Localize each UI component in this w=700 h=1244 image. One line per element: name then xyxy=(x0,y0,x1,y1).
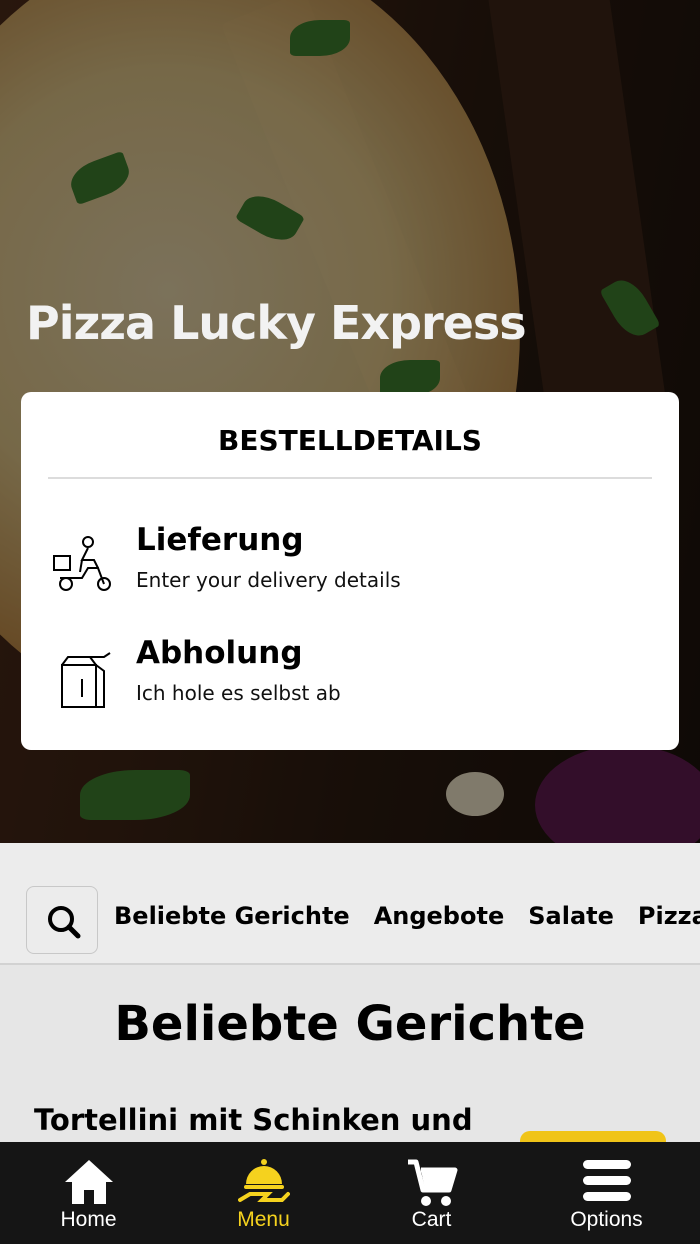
category-tab-salate[interactable]: Salate xyxy=(528,902,614,930)
pickup-option-title: Abholung xyxy=(136,635,303,671)
category-tab-angebote[interactable]: Angebote xyxy=(374,902,505,930)
section-title: Beliebte Gerichte xyxy=(114,996,586,1052)
delivery-option-subtitle: Enter your delivery details xyxy=(136,568,401,592)
hamburger-icon xyxy=(583,1160,631,1201)
category-tab-beliebte-gerichte[interactable]: Beliebte Gerichte xyxy=(114,902,350,930)
divider xyxy=(48,477,652,479)
pickup-option[interactable]: Abholung Ich hole es selbst ab xyxy=(48,635,648,725)
nav-cart[interactable]: Cart xyxy=(344,1142,519,1244)
nav-options[interactable]: Options xyxy=(519,1142,694,1244)
category-tabs: Beliebte Gerichte Angebote Salate Pizza xyxy=(114,902,700,930)
nav-home[interactable]: Home xyxy=(1,1142,176,1244)
restaurant-name: Pizza Lucky Express xyxy=(26,296,527,350)
menu-cloche-icon xyxy=(238,1159,290,1202)
nav-cart-label: Cart xyxy=(411,1208,452,1231)
search-button[interactable] xyxy=(26,886,98,954)
search-icon xyxy=(48,906,81,939)
home-icon xyxy=(65,1160,113,1204)
pickup-option-subtitle: Ich hole es selbst ab xyxy=(136,681,341,705)
takeaway-bag-icon xyxy=(61,652,111,708)
delivery-option[interactable]: Lieferung Enter your delivery details xyxy=(48,522,648,612)
nav-home-label: Home xyxy=(60,1208,117,1231)
order-details-title: BESTELLDETAILS xyxy=(218,424,482,457)
nav-menu-label: Menu xyxy=(237,1208,290,1231)
delivery-scooter-icon xyxy=(53,536,111,591)
dish-name[interactable]: Tortellini mit Schinken und xyxy=(34,1103,473,1137)
delivery-option-title: Lieferung xyxy=(136,522,304,558)
nav-menu[interactable]: Menu xyxy=(176,1142,351,1244)
nav-options-label: Options xyxy=(570,1208,643,1231)
cart-icon xyxy=(408,1159,458,1206)
category-tab-pizza[interactable]: Pizza xyxy=(638,902,700,930)
bottom-navigation: Home Menu Cart Options xyxy=(0,1142,700,1244)
